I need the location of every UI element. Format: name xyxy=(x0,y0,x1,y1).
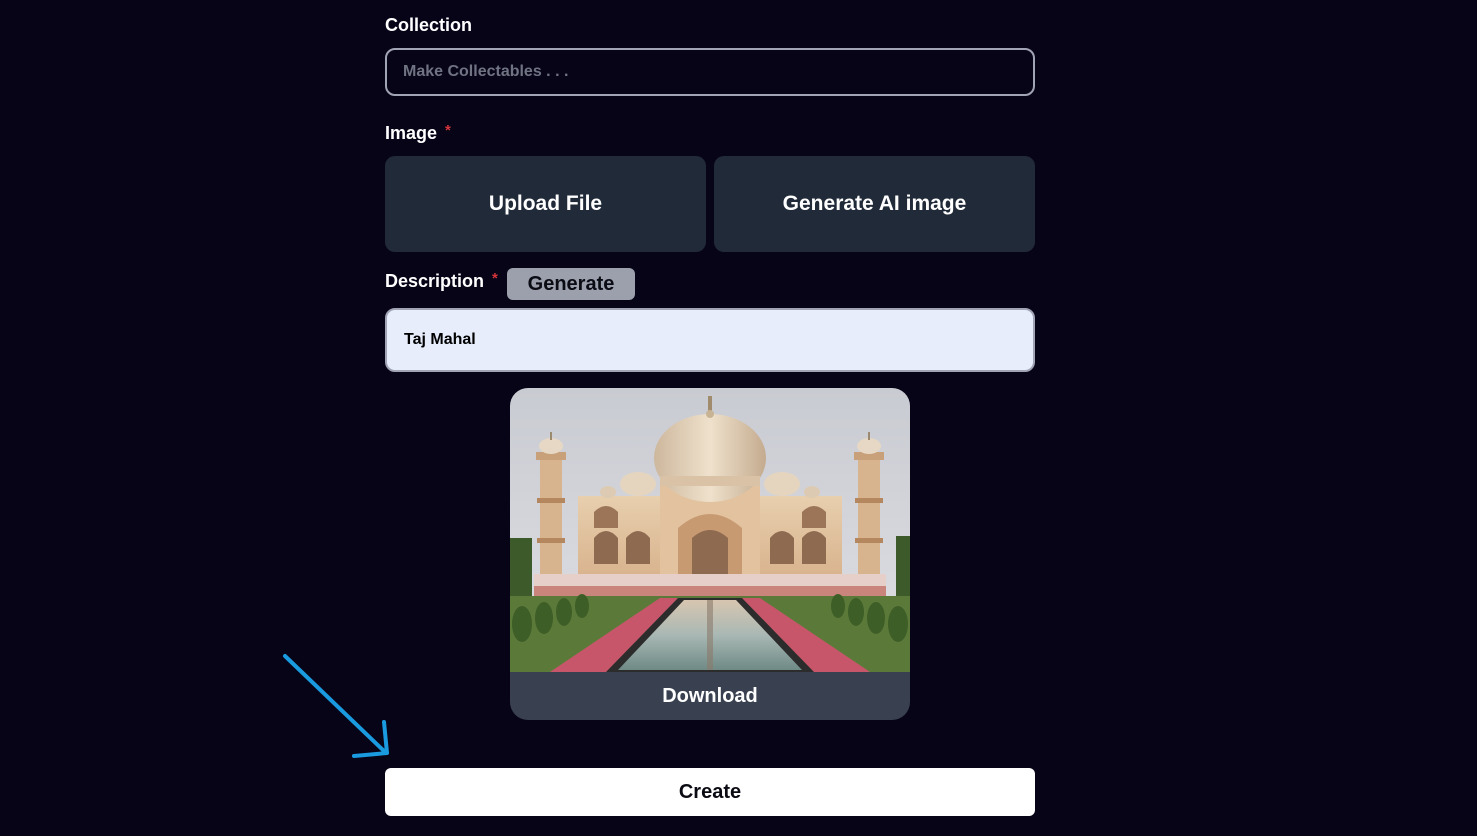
upload-file-label: Upload File xyxy=(488,192,603,215)
collection-label-text: Collection xyxy=(385,15,473,35)
description-input[interactable] xyxy=(385,308,1035,372)
generated-image-card: Download xyxy=(510,388,910,720)
generate-ai-image-button[interactable]: Generate AI image xyxy=(714,156,1035,252)
description-label: Description * xyxy=(385,270,498,292)
image-label: Image * xyxy=(385,122,451,144)
image-required-mark: * xyxy=(445,122,451,139)
upload-file-button[interactable]: Upload File xyxy=(385,156,706,252)
collection-label: Collection xyxy=(385,15,472,36)
image-label-text: Image xyxy=(385,123,438,143)
taj-mahal-image xyxy=(510,388,910,672)
generate-description-label: Generate xyxy=(527,272,615,295)
download-label: Download xyxy=(662,684,758,707)
collection-input[interactable] xyxy=(385,48,1035,96)
create-button[interactable]: Create xyxy=(385,768,1035,816)
generate-description-button[interactable]: Generate xyxy=(507,268,635,300)
generate-ai-image-label: Generate AI image xyxy=(782,192,967,215)
download-button[interactable]: Download xyxy=(510,672,910,720)
description-required-mark: * xyxy=(492,270,498,287)
create-label: Create xyxy=(678,780,742,803)
annotation-arrow-icon xyxy=(283,654,389,758)
create-collectable-page: Collection Image * Upload File Generate A… xyxy=(0,0,1477,836)
description-label-text: Description xyxy=(385,271,485,291)
